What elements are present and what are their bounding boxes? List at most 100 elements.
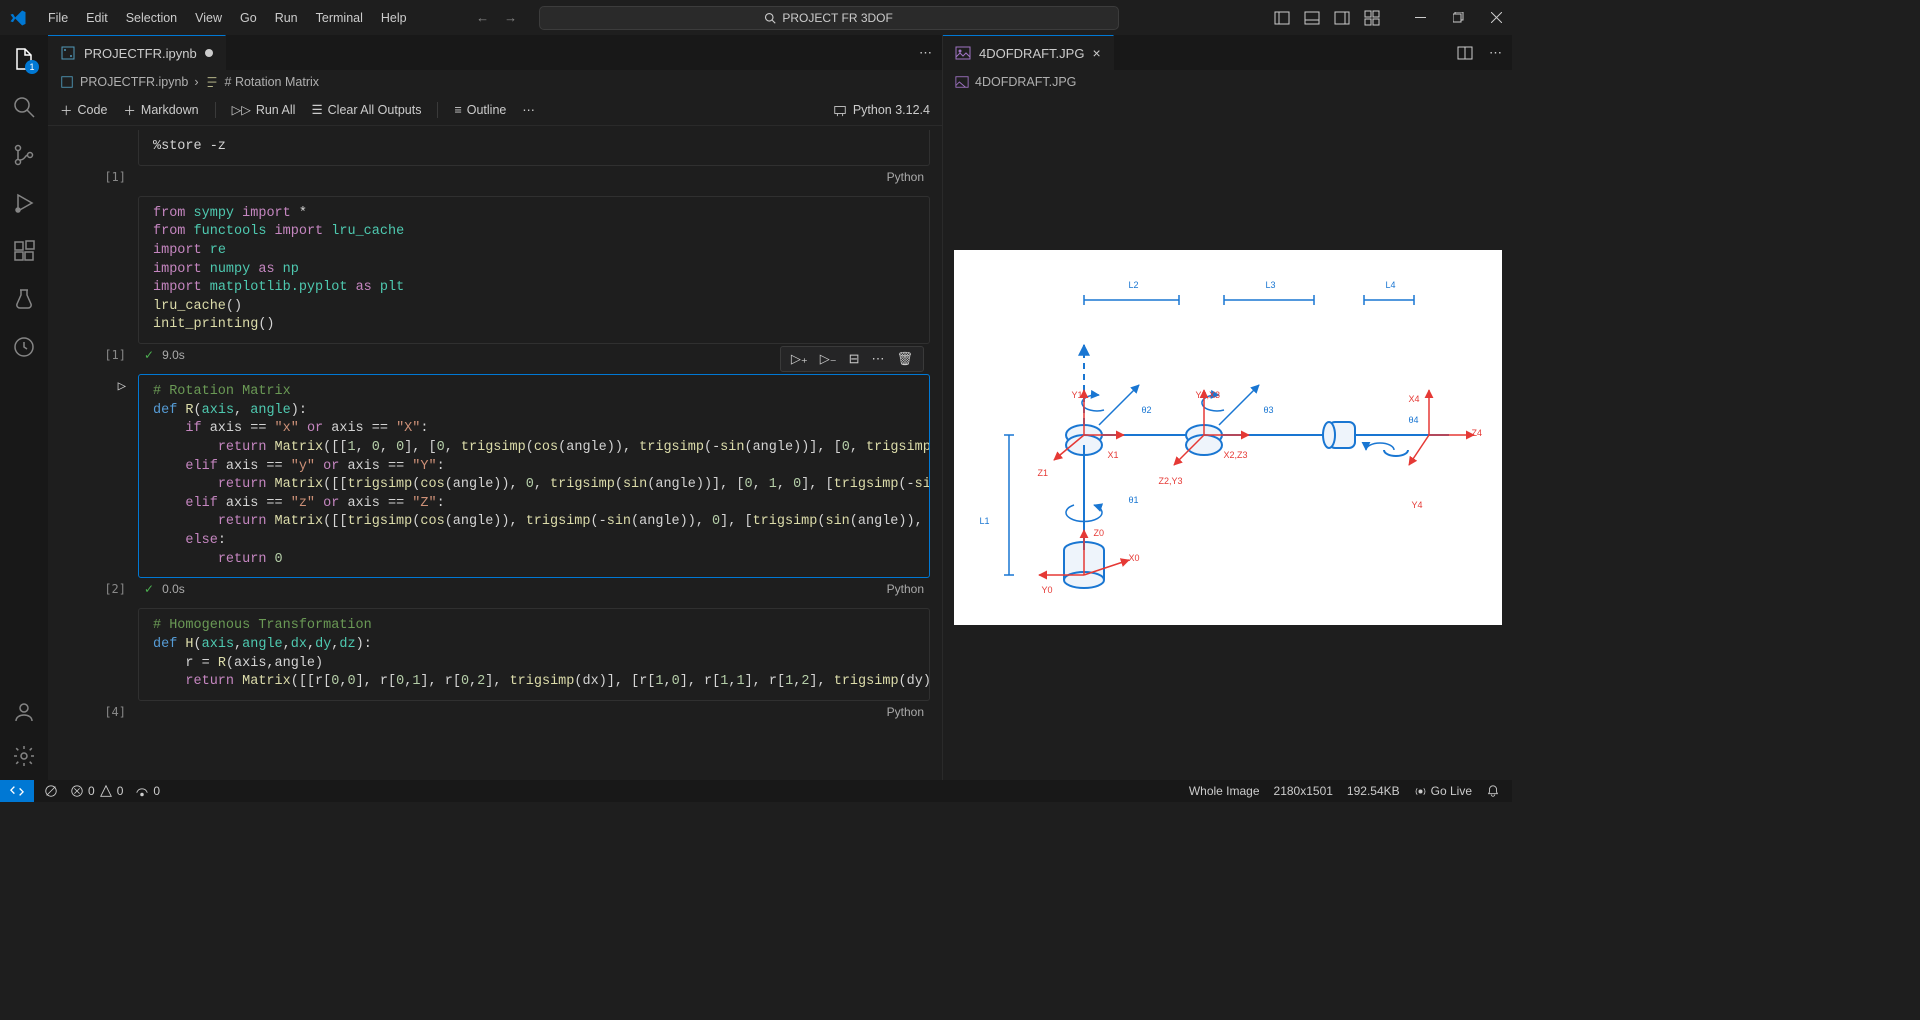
title-bar: File Edit Selection View Go Run Terminal… [0, 0, 1512, 35]
label-th3: θ3 [1264, 405, 1274, 415]
cell-time: 0.0s [162, 582, 185, 596]
split-icon[interactable]: ⊟ [849, 351, 860, 367]
more-icon[interactable]: ⋯ [1489, 45, 1502, 61]
label-Z1: Z1 [1038, 468, 1049, 478]
code-editor[interactable]: from sympy import * from functools impor… [138, 196, 930, 344]
menu-terminal[interactable]: Terminal [308, 7, 371, 29]
layout-left-icon[interactable] [1274, 10, 1290, 26]
more-icon[interactable]: ⋯ [522, 102, 535, 117]
more-icon[interactable]: ⋯ [919, 45, 932, 61]
kernel-picker[interactable]: Python 3.12.4 [853, 103, 930, 117]
debug-icon[interactable] [12, 191, 36, 215]
breadcrumb-file[interactable]: PROJECTFR.ipynb [80, 75, 188, 89]
image-dim: 2180x1501 [1274, 784, 1333, 798]
split-icon[interactable] [1457, 45, 1473, 61]
notebook-toolbar: ＋ Code ＋ Markdown ▷▷ Run All ☰ Clear All… [48, 94, 942, 126]
search-icon[interactable] [12, 95, 36, 119]
label-Z0: Z0 [1094, 528, 1105, 538]
scm-icon[interactable] [12, 143, 36, 167]
breadcrumb-symbol[interactable]: # Rotation Matrix [225, 75, 319, 89]
label-th4: θ4 [1409, 415, 1419, 425]
remote-button[interactable] [0, 780, 34, 802]
account-icon[interactable] [12, 700, 36, 724]
label-L1: L1 [980, 516, 990, 526]
label-X4: X4 [1409, 394, 1420, 404]
image-preview[interactable]: L1 L2 L3 L4 θ1 θ2 θ3 θ4 X0 Y0 Z0 X1 Y1 Z… [943, 94, 1512, 780]
run-below-icon[interactable]: ▷₋ [820, 351, 837, 367]
menu-run[interactable]: Run [267, 7, 306, 29]
label-L3: L3 [1266, 280, 1276, 290]
status-check-icon: ✓ [144, 582, 154, 596]
explorer-icon[interactable]: 1 [12, 47, 36, 71]
status-bar: 0 0 0 Whole Image 2180x1501 192.54KB Go … [0, 780, 1512, 802]
menu-go[interactable]: Go [232, 7, 265, 29]
nav-forward-icon[interactable]: → [503, 10, 519, 26]
label-Y2X3: Y2,X3 [1196, 390, 1221, 400]
command-center[interactable]: PROJECT FR 3DOF [539, 6, 1119, 30]
close-icon[interactable]: × [1092, 45, 1100, 61]
settings-icon[interactable] [12, 744, 36, 768]
image-icon [955, 75, 969, 89]
menu-bar: File Edit Selection View Go Run Terminal… [40, 7, 415, 29]
problems-button[interactable]: 0 0 [70, 784, 123, 798]
code-editor[interactable]: # Rotation Matrix def R(axis, angle): if… [138, 374, 930, 578]
code-editor[interactable]: %store -z [138, 130, 930, 166]
add-markdown-button[interactable]: ＋ Markdown [123, 100, 198, 119]
label-Y1: Y1 [1072, 390, 1083, 400]
close-icon[interactable] [1488, 10, 1504, 26]
label-Y4: Y4 [1412, 500, 1423, 510]
layout-bottom-icon[interactable] [1304, 10, 1320, 26]
image-icon [955, 45, 971, 61]
label-th2: θ2 [1142, 405, 1152, 415]
menu-file[interactable]: File [40, 7, 76, 29]
menu-selection[interactable]: Selection [118, 7, 185, 29]
label-Z4: Z4 [1472, 428, 1483, 438]
no-ports-icon[interactable] [44, 784, 58, 798]
label-X2Z3: X2,Z3 [1224, 450, 1248, 460]
notebook-cells[interactable]: [1] %store -z Python [1] from sympy impo… [48, 126, 942, 780]
cell-lang[interactable]: Python [887, 170, 924, 184]
nav-back-icon[interactable]: ← [475, 10, 491, 26]
search-text: PROJECT FR 3DOF [782, 11, 892, 25]
modified-dot-icon [205, 49, 213, 57]
restore-icon[interactable] [1450, 10, 1466, 26]
cell-time: 9.0s [162, 348, 185, 362]
tab-4dofdraft[interactable]: 4DOFDRAFT.JPG × [943, 35, 1114, 70]
image-fit[interactable]: Whole Image [1189, 784, 1260, 798]
tab-projectfr[interactable]: PROJECTFR.ipynb [48, 35, 226, 70]
run-cell-icon[interactable]: ▷ [118, 378, 126, 394]
badge: 1 [25, 60, 39, 74]
label-Y0: Y0 [1042, 585, 1053, 595]
cell-index: [1] [104, 348, 126, 362]
breadcrumb[interactable]: PROJECTFR.ipynb › # Rotation Matrix [48, 70, 942, 94]
layout-right-icon[interactable] [1334, 10, 1350, 26]
cell-index: [4] [104, 705, 126, 719]
layout-custom-icon[interactable] [1364, 10, 1380, 26]
menu-view[interactable]: View [187, 7, 230, 29]
testing-icon[interactable] [12, 287, 36, 311]
add-code-button[interactable]: ＋ Code [60, 100, 107, 119]
run-icon[interactable]: ▷₊ [791, 351, 808, 367]
outline-button[interactable]: ≡ Outline [454, 103, 506, 117]
more-icon[interactable]: ⋯ [871, 351, 884, 367]
run-all-button[interactable]: ▷▷ Run All [232, 102, 296, 117]
delete-icon[interactable]: 🗑 [896, 351, 913, 367]
code-editor[interactable]: # Homogenous Transformation def H(axis,a… [138, 608, 930, 701]
clear-outputs-button[interactable]: ☰ Clear All Outputs [311, 102, 421, 117]
cell-lang[interactable]: Python [887, 582, 924, 596]
go-live-button[interactable]: Go Live [1414, 784, 1472, 798]
activity-bar: 1 [0, 35, 48, 780]
vscode-logo [8, 8, 28, 28]
minimize-icon[interactable] [1412, 10, 1428, 26]
bell-icon[interactable] [1486, 784, 1500, 798]
breadcrumb[interactable]: 4DOFDRAFT.JPG [943, 70, 1512, 94]
cell: [4] # Homogenous Transformation def H(ax… [48, 608, 942, 719]
jupyter-icon[interactable] [12, 335, 36, 359]
label-X0: X0 [1129, 553, 1140, 563]
menu-edit[interactable]: Edit [78, 7, 116, 29]
cell-lang[interactable]: Python [887, 705, 924, 719]
diagram-image: L1 L2 L3 L4 θ1 θ2 θ3 θ4 X0 Y0 Z0 X1 Y1 Z… [954, 250, 1502, 625]
menu-help[interactable]: Help [373, 7, 415, 29]
ports-button[interactable]: 0 [135, 784, 160, 798]
extensions-icon[interactable] [12, 239, 36, 263]
